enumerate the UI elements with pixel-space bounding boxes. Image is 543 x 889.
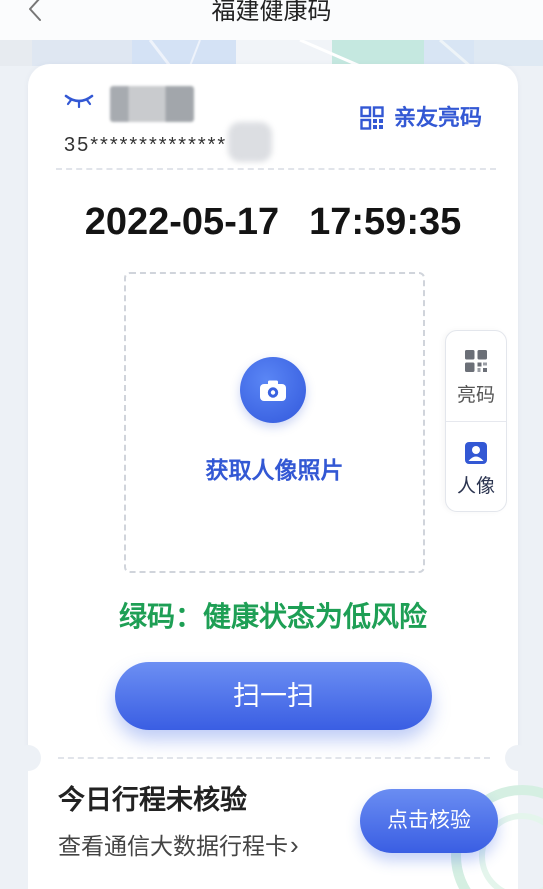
- verify-button[interactable]: 点击核验: [360, 789, 498, 853]
- map-decoration: [0, 40, 543, 66]
- trip-verification-card: 今日行程未核验 查看通信大数据行程卡› 点击核验: [28, 758, 543, 889]
- id-redacted: [228, 122, 272, 162]
- page-title: 福建健康码: [211, 0, 332, 25]
- family-code-label: 亲友亮码: [394, 105, 483, 130]
- top-bar: 福建健康码: [0, 0, 543, 40]
- family-code-button[interactable]: 亲友亮码: [358, 104, 498, 132]
- health-code-card: 35************** 亲友亮码 2022-05-17 17:59:35…: [28, 64, 518, 758]
- tab-show-code-label: 亮码: [456, 385, 495, 406]
- photo-label: 获取人像照片: [205, 457, 344, 483]
- trip-card-link[interactable]: 查看通信大数据行程卡›: [58, 829, 299, 862]
- trip-card-link-text: 查看通信大数据行程卡: [58, 833, 288, 859]
- person-icon: [465, 442, 487, 464]
- ticket-notch-left: [15, 745, 41, 771]
- ticket-divider: [58, 757, 490, 759]
- ticket-notch-right: [505, 745, 531, 771]
- camera-icon: [260, 380, 286, 401]
- scan-button[interactable]: 扫一扫: [115, 662, 432, 730]
- date-text: 2022-05-17: [84, 201, 280, 243]
- qr-code-icon: [465, 350, 487, 372]
- eye-closed-icon[interactable]: [64, 92, 94, 108]
- time-text: 17:59:35: [309, 201, 462, 243]
- side-tab-bar: 亮码 人像: [445, 330, 507, 512]
- chevron-right-icon: ›: [290, 830, 299, 860]
- tab-show-code[interactable]: 亮码: [446, 331, 506, 421]
- photo-capture-area[interactable]: 获取人像照片: [124, 272, 425, 573]
- datetime-display: 2022-05-17 17:59:35: [28, 197, 518, 247]
- id-number-masked: 35**************: [64, 134, 228, 156]
- camera-button[interactable]: [240, 357, 306, 423]
- name-redacted: [110, 86, 194, 122]
- tab-portrait-label: 人像: [456, 476, 495, 497]
- qr-grid-icon: [360, 106, 384, 130]
- trip-status-title: 今日行程未核验: [58, 785, 247, 815]
- divider: [56, 168, 496, 170]
- health-status-text: 绿码：健康状态为低风险: [118, 601, 427, 632]
- tab-portrait[interactable]: 人像: [446, 422, 506, 511]
